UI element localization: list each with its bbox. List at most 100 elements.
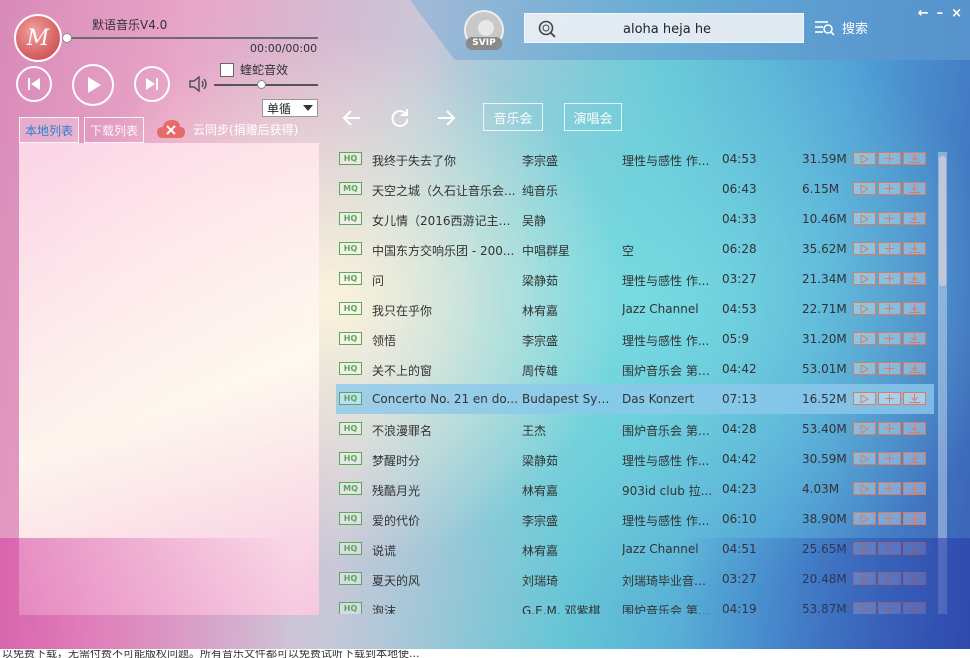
song-row[interactable]: HQ 爱的代价 李宗盛 理性与感性 作... 06:10 38.90M — [336, 504, 934, 534]
download-song-icon[interactable] — [903, 542, 926, 555]
play-song-icon[interactable] — [853, 482, 876, 495]
download-song-icon[interactable] — [903, 242, 926, 255]
tab-download-list[interactable]: 下载列表 — [84, 117, 144, 143]
add-song-icon[interactable] — [878, 212, 901, 225]
next-button[interactable] — [134, 66, 170, 102]
forward-arrow-icon[interactable] — [434, 106, 458, 130]
add-song-icon[interactable] — [878, 572, 901, 585]
song-row[interactable]: HQ 关不上的窗 周传雄 围炉音乐会 第1... 04:42 53.01M — [336, 354, 934, 384]
minimize-icon[interactable]: – — [937, 6, 944, 21]
play-song-icon[interactable] — [853, 512, 876, 525]
download-song-icon[interactable] — [903, 422, 926, 435]
play-song-icon[interactable] — [853, 182, 876, 195]
song-duration: 04:33 — [722, 212, 757, 226]
add-song-icon[interactable] — [878, 422, 901, 435]
add-song-icon[interactable] — [878, 362, 901, 375]
volume-icon[interactable] — [188, 74, 210, 94]
play-song-icon[interactable] — [853, 152, 876, 165]
song-album: 刘瑞琦毕业音乐... — [622, 574, 714, 588]
eq-toggle[interactable]: 蝰蛇音效 — [220, 61, 288, 78]
song-duration: 04:53 — [722, 152, 757, 166]
play-song-icon[interactable] — [853, 542, 876, 555]
download-song-icon[interactable] — [903, 272, 926, 285]
search-box[interactable]: aloha heja he — [524, 13, 804, 43]
song-title: 天空之城（久石让音乐会... — [372, 184, 516, 198]
cloud-icon[interactable] — [156, 118, 186, 140]
download-song-icon[interactable] — [903, 332, 926, 345]
play-song-icon[interactable] — [853, 242, 876, 255]
add-song-icon[interactable] — [878, 272, 901, 285]
add-song-icon[interactable] — [878, 302, 901, 315]
song-row[interactable]: HQ 我只在乎你 林宥嘉 Jazz Channel 04:53 22.71M — [336, 294, 934, 324]
eq-checkbox[interactable] — [220, 62, 234, 77]
play-song-icon[interactable] — [853, 602, 876, 614]
play-button[interactable] — [72, 64, 114, 106]
add-song-icon[interactable] — [878, 392, 901, 405]
song-row[interactable]: MQ 天空之城（久石让音乐会... 纯音乐 06:43 6.15M — [336, 174, 934, 204]
progress-bar[interactable] — [62, 33, 318, 43]
download-song-icon[interactable] — [903, 212, 926, 225]
tab-local-list[interactable]: 本地列表 — [19, 117, 79, 143]
song-row[interactable]: HQ 领悟 李宗盛 理性与感性 作... 05:9 31.20M — [336, 324, 934, 354]
add-song-icon[interactable] — [878, 242, 901, 255]
app-title: 默语音乐V4.0 — [92, 18, 168, 32]
play-song-icon[interactable] — [853, 572, 876, 585]
scrollbar-thumb[interactable] — [939, 156, 946, 286]
song-duration: 04:42 — [722, 452, 757, 466]
download-song-icon[interactable] — [903, 572, 926, 585]
add-song-icon[interactable] — [878, 482, 901, 495]
play-song-icon[interactable] — [853, 212, 876, 225]
close-icon[interactable]: × — [951, 6, 962, 21]
add-song-icon[interactable] — [878, 182, 901, 195]
song-row[interactable]: HQ 夏天的风 刘瑞琦 刘瑞琦毕业音乐... 03:27 20.48M — [336, 564, 934, 594]
concert-button[interactable]: 演唱会 — [564, 103, 622, 131]
song-row[interactable]: HQ 说谎 林宥嘉 Jazz Channel 04:51 25.65M — [336, 534, 934, 564]
volume-slider[interactable] — [214, 80, 318, 89]
add-song-icon[interactable] — [878, 332, 901, 345]
play-song-icon[interactable] — [853, 302, 876, 315]
song-row[interactable]: HQ 女儿情（2016西游记主题... 吴静 04:33 10.46M — [336, 204, 934, 234]
play-song-icon[interactable] — [853, 452, 876, 465]
song-row[interactable]: HQ 梦醒时分 梁静茹 理性与感性 作... 04:42 30.59M — [336, 444, 934, 474]
song-artist: 李宗盛 — [522, 514, 559, 528]
song-actions — [853, 332, 926, 345]
back-window-icon[interactable]: ← — [918, 6, 929, 21]
song-row[interactable]: HQ 中国东方交响乐团 - 200... 中唱群星 空 06:28 35.62M — [336, 234, 934, 264]
song-row[interactable]: HQ 不浪漫罪名 王杰 围炉音乐会 第2... 04:28 53.40M — [336, 414, 934, 444]
download-song-icon[interactable] — [903, 512, 926, 525]
progress-knob[interactable] — [62, 33, 72, 43]
song-row[interactable]: HQ 问 梁静茹 理性与感性 作... 03:27 21.34M — [336, 264, 934, 294]
song-row[interactable]: MQ 残酷月光 林宥嘉 903id club 拉... 04:23 4.03M — [336, 474, 934, 504]
download-song-icon[interactable] — [903, 302, 926, 315]
play-song-icon[interactable] — [853, 362, 876, 375]
volume-knob[interactable] — [256, 80, 266, 89]
add-song-icon[interactable] — [878, 152, 901, 165]
add-song-icon[interactable] — [878, 452, 901, 465]
back-arrow-icon[interactable] — [340, 106, 364, 130]
cloud-sync-label[interactable]: 云同步(捐赠后获得) — [193, 121, 298, 138]
download-song-icon[interactable] — [903, 152, 926, 165]
search-input[interactable]: aloha heja he — [623, 22, 711, 37]
download-song-icon[interactable] — [903, 392, 926, 405]
play-song-icon[interactable] — [853, 422, 876, 435]
play-song-icon[interactable] — [853, 272, 876, 285]
download-song-icon[interactable] — [903, 362, 926, 375]
add-song-icon[interactable] — [878, 602, 901, 614]
play-song-icon[interactable] — [853, 392, 876, 405]
search-button[interactable]: 搜索 — [814, 18, 868, 37]
previous-button[interactable] — [16, 66, 52, 102]
add-song-icon[interactable] — [878, 542, 901, 555]
refresh-icon[interactable] — [388, 106, 412, 130]
play-song-icon[interactable] — [853, 332, 876, 345]
download-song-icon[interactable] — [903, 182, 926, 195]
scrollbar[interactable] — [938, 152, 947, 614]
play-mode-select[interactable]: 单循 — [262, 99, 318, 117]
download-song-icon[interactable] — [903, 602, 926, 614]
download-song-icon[interactable] — [903, 482, 926, 495]
add-song-icon[interactable] — [878, 512, 901, 525]
song-row[interactable]: HQ Concerto No. 21 en do... Budapest Sym..… — [336, 384, 934, 414]
song-row[interactable]: HQ 我终于失去了你 李宗盛 理性与感性 作... 04:53 31.59M — [336, 144, 934, 174]
concert-music-button[interactable]: 音乐会 — [483, 103, 543, 131]
download-song-icon[interactable] — [903, 452, 926, 465]
song-row[interactable]: HQ 泡沫 G.E.M. 邓紫棋 围炉音乐会 第2... 04:19 53.87M — [336, 594, 934, 614]
